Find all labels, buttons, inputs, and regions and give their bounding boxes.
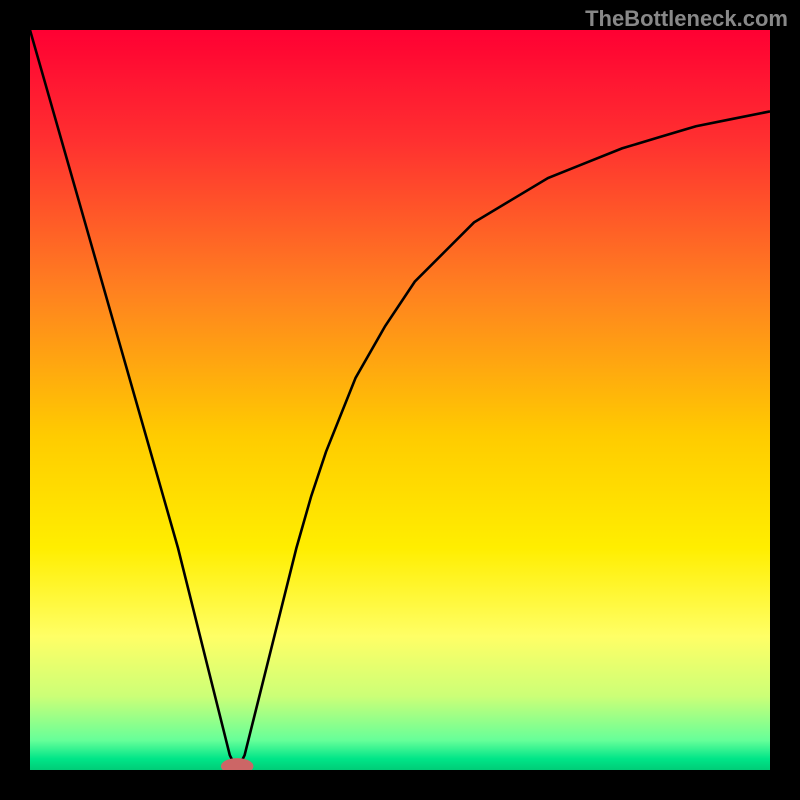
minimum-marker xyxy=(221,758,254,770)
bottleneck-curve xyxy=(30,30,770,770)
plot-area xyxy=(30,30,770,770)
chart-container: TheBottleneck.com xyxy=(0,0,800,800)
curve-layer xyxy=(30,30,770,770)
watermark-text: TheBottleneck.com xyxy=(585,6,788,32)
